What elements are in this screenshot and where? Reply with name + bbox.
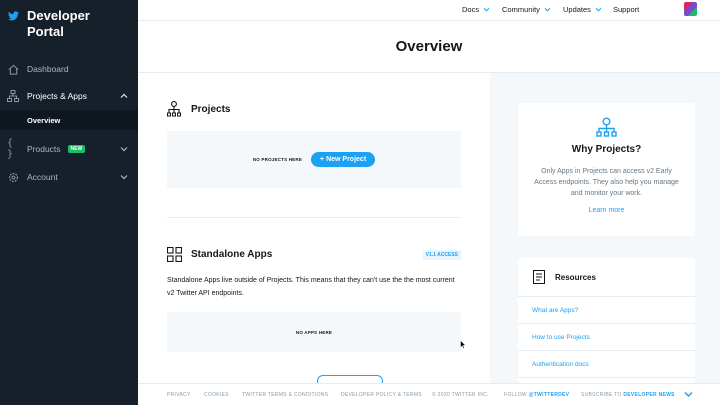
avatar[interactable] [684, 2, 697, 16]
chevron-down-icon [544, 7, 551, 12]
resources-header: Resources [518, 258, 695, 297]
new-project-button[interactable]: + New Project [311, 152, 376, 167]
page-header: Overview [138, 21, 720, 73]
nav-support-label: Support [613, 5, 640, 14]
nav-docs-label: Docs [462, 5, 480, 14]
brand-title: Developer Portal [27, 8, 90, 39]
nav-community-label: Community [502, 5, 540, 14]
access-badge: V1.1 ACCESS [422, 250, 461, 260]
brand[interactable]: Developer Portal [0, 0, 138, 52]
chevron-down-icon[interactable] [120, 173, 128, 181]
projects-empty-state: NO PROJECTS HERE + New Project [167, 131, 461, 188]
projects-title: Projects [191, 104, 231, 115]
footer-copyright: © 2020 TWITTER INC. [432, 392, 489, 398]
hierarchy-icon [596, 117, 617, 137]
sidebar-item-account[interactable]: Account [0, 166, 138, 188]
footer-policy[interactable]: DEVELOPER POLICY & TERMS [341, 392, 422, 398]
chevron-down-icon[interactable] [120, 145, 128, 153]
twitter-bird-icon [8, 11, 19, 21]
braces-icon: { } [7, 138, 14, 160]
chevron-down-icon [483, 7, 490, 12]
main-content: Projects NO PROJECTS HERE + New Project … [138, 73, 490, 387]
footer-terms[interactable]: TWITTER TERMS & CONDITIONS [242, 392, 328, 398]
hierarchy-icon [167, 101, 181, 117]
sidebar-item-label: Account [27, 172, 58, 182]
subscribe-news: DEVELOPER NEWS [623, 392, 675, 398]
footer-subscribe[interactable]: SUBSCRIBE TO DEVELOPER NEWS [581, 392, 675, 398]
sidebar-item-overview[interactable]: Overview [0, 110, 138, 130]
nav-updates[interactable]: Updates [563, 5, 602, 14]
sidebar-nav: Dashboard Projects & Apps Overview { } P… [0, 58, 138, 188]
footer: PRIVACY COOKIES TWITTER TERMS & CONDITIO… [138, 383, 720, 405]
follow-label: FOLLOW [504, 392, 527, 398]
nav-community[interactable]: Community [502, 5, 551, 14]
why-projects-text: Only Apps in Projects can access v2 Earl… [534, 168, 679, 197]
page-title: Overview [395, 38, 463, 55]
resource-link-authentication-docs[interactable]: Authentication docs [518, 351, 695, 378]
why-projects-title: Why Projects? [571, 144, 642, 155]
resource-link-what-are-apps[interactable]: What are Apps? [518, 297, 695, 324]
mouse-cursor-icon [460, 340, 466, 349]
divider [167, 217, 461, 218]
apps-empty-state: NO APPS HERE [167, 312, 461, 352]
standalone-title: Standalone Apps [191, 249, 273, 260]
why-projects-card: Why Projects? Only Apps in Projects can … [518, 103, 695, 236]
nav-docs[interactable]: Docs [462, 5, 490, 14]
footer-privacy[interactable]: PRIVACY [167, 392, 191, 398]
chevron-up-icon[interactable] [120, 92, 128, 100]
subscribe-label: SUBSCRIBE TO [581, 392, 622, 398]
new-badge: NEW [67, 145, 86, 153]
home-icon [7, 63, 19, 75]
resource-link-how-to-use-projects[interactable]: How to use Projects [518, 324, 695, 351]
grid-icon [167, 247, 182, 262]
resources-card: Resources What are Apps? How to use Proj… [518, 258, 695, 383]
resources-title: Resources [555, 272, 596, 282]
standalone-description: Standalone Apps live outside of Projects… [167, 277, 455, 297]
top-nav: Docs Community Updates Support [138, 0, 720, 21]
follow-handle: @TWITTERDEV [528, 392, 570, 398]
sidebar-item-products[interactable]: { } Products NEW [0, 138, 138, 160]
document-icon [533, 270, 545, 284]
sidebar-item-dashboard[interactable]: Dashboard [0, 58, 138, 80]
empty-label: NO PROJECTS HERE [252, 157, 303, 162]
learn-more-link[interactable]: Learn more [518, 207, 695, 214]
chevron-down-icon [595, 7, 602, 12]
empty-label: NO APPS HERE [295, 329, 333, 335]
nav-support[interactable]: Support [613, 5, 639, 14]
sidebar-item-label: Projects & Apps [27, 91, 88, 101]
footer-cookies[interactable]: COOKIES [204, 392, 229, 398]
nav-updates-label: Updates [563, 5, 591, 14]
sidebar: Developer Portal Dashboard Projects & Ap… [0, 0, 138, 405]
chevron-down-icon[interactable] [684, 391, 693, 398]
footer-follow[interactable]: FOLLOW @TWITTERDEV [504, 392, 569, 398]
gear-icon [7, 171, 19, 183]
sidebar-item-label: Products [27, 144, 61, 154]
hierarchy-icon [7, 90, 19, 102]
sidebar-item-projects-apps[interactable]: Projects & Apps [0, 85, 138, 107]
sidebar-item-label: Dashboard [27, 64, 69, 74]
